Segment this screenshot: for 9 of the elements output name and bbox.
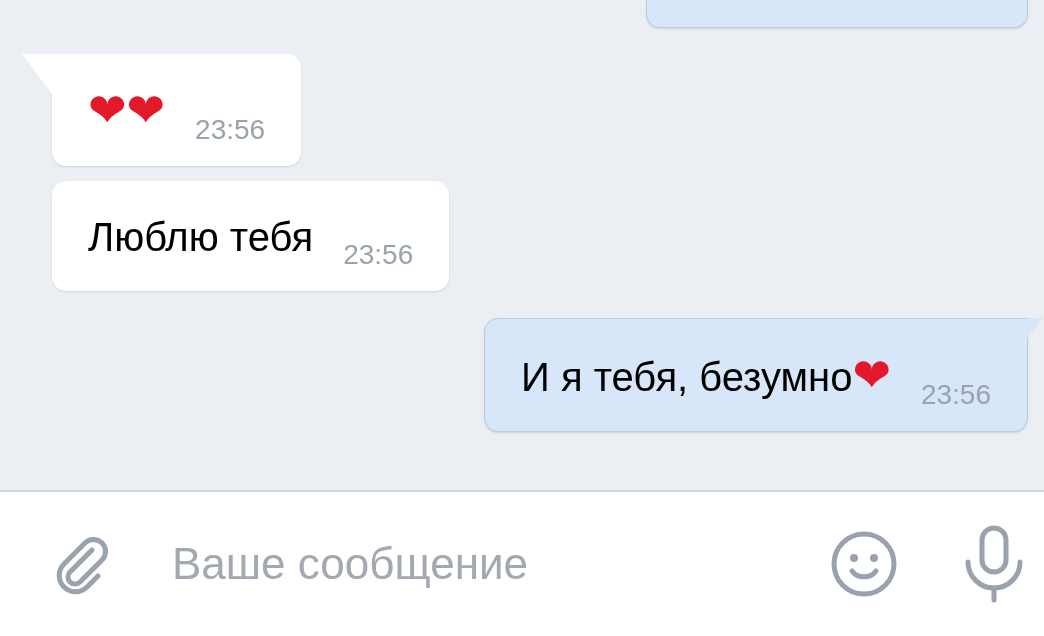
message-time: 23:56 [920, 379, 991, 411]
message-time: 23:56 [195, 114, 266, 146]
message-text: И я тебя, безумно❤ [521, 347, 891, 404]
message-input[interactable]: Ваше сообщение [170, 538, 830, 590]
message-text: ❤❤ [88, 82, 166, 139]
smiley-icon[interactable] [830, 530, 898, 598]
message-time: 23:56 [343, 239, 414, 271]
message-text: Люблю тебя [88, 214, 314, 261]
microphone-icon[interactable] [964, 524, 1024, 604]
